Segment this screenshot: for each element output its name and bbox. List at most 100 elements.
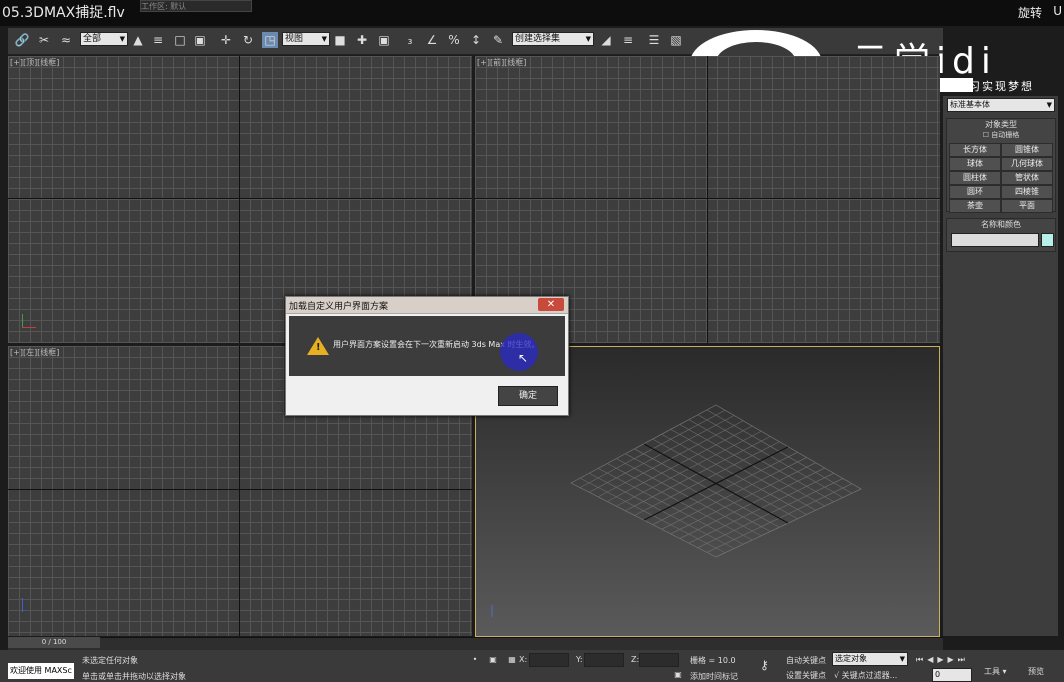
name-color-rollout: 名称和颜色 [946, 218, 1056, 252]
y-coord-label: Y: [576, 655, 583, 664]
torus-button[interactable]: 圆环 [949, 185, 1001, 199]
layer-manager-icon[interactable]: ☰ [646, 32, 662, 48]
select-object-icon[interactable]: ▲ [130, 32, 146, 48]
selection-filter-dropdown[interactable]: 全部 ▼ [80, 32, 128, 46]
reference-coord-dropdown[interactable]: 视图 ▼ [282, 32, 330, 46]
key-filter-dropdown[interactable]: 选定对象 ▼ [832, 652, 908, 666]
viewport-label[interactable]: [+][顶][线框] [10, 57, 59, 68]
warning-mark: ! [316, 342, 321, 353]
tools-button[interactable]: 工具 ▾ [984, 666, 1007, 677]
sphere-button[interactable]: 球体 [949, 157, 1001, 171]
geosphere-button[interactable]: 几何球体 [1001, 157, 1053, 171]
bind-space-warp-icon[interactable]: ≈ [58, 32, 74, 48]
percent-snap-icon[interactable]: % [446, 32, 462, 48]
select-link-icon[interactable]: 🔗 [14, 32, 30, 48]
align-icon[interactable]: ≡ [620, 32, 636, 48]
object-type-title[interactable]: 对象类型 [947, 119, 1055, 130]
snaps-toggle-icon[interactable]: ₃ [402, 32, 418, 48]
autogrid-checkbox[interactable]: ☐ 自动栅格 [947, 130, 1055, 141]
chevron-down-icon: ▼ [119, 35, 125, 43]
z-coord-input[interactable] [639, 653, 679, 667]
scale-icon[interactable]: ◳ [262, 32, 278, 48]
selection-filter-value: 全部 [83, 34, 102, 44]
prompt-line: 单击或单击并拖动以选择对象 [82, 672, 186, 681]
tools-label: 工具 [984, 667, 1000, 676]
auto-key-button[interactable]: 自动关键点 [786, 655, 826, 666]
x-coord-label: X: [519, 655, 528, 664]
key-filters-label: 关键点过滤器... [841, 671, 898, 680]
u-label: U [1053, 4, 1062, 18]
edit-named-sets-icon[interactable]: ✎ [490, 32, 506, 48]
add-time-tag[interactable]: 添加时间标记 [690, 671, 738, 682]
dialog-title: 加载自定义用户界面方案 [289, 302, 389, 312]
lock-icon[interactable]: ▣ [488, 655, 498, 665]
curve-editor-icon[interactable]: ▧ [668, 32, 684, 48]
mouse-pointer-icon: ↖ [518, 351, 529, 365]
primitive-category-dropdown[interactable]: 标准基本体 ▼ [947, 98, 1055, 112]
key-filter-value: 选定对象 [835, 654, 867, 663]
grid-axis-horizontal [8, 198, 472, 199]
cone-button[interactable]: 圆锥体 [1001, 143, 1053, 157]
playback-controls[interactable]: ⏮◀▶▶⏭ [916, 655, 969, 665]
spinner-snap-icon[interactable]: ↕ [468, 32, 484, 48]
keyboard-shortcut-icon[interactable]: ▣ [376, 32, 392, 48]
unlink-icon[interactable]: ✂ [36, 32, 52, 48]
selection-status: 未选定任何对象 [82, 656, 138, 665]
absolute-mode-icon[interactable]: ▦ [507, 655, 517, 665]
mirror-icon[interactable]: ◢ [598, 32, 614, 48]
maxscript-listener[interactable]: 欢迎使用 MAXSc [8, 663, 74, 679]
time-slider-track[interactable] [8, 637, 943, 650]
preview-button[interactable]: 预览 [1028, 666, 1044, 677]
workspace-dropdown[interactable]: 工作区: 默认 [140, 0, 252, 12]
video-title: 05.3DMAX捕捉.flv [2, 5, 125, 21]
rect-selection-icon[interactable]: □ [172, 32, 188, 48]
move-icon[interactable]: ✛ [218, 32, 234, 48]
grid-axis-vertical [239, 56, 240, 343]
ok-button[interactable]: 确定 [498, 386, 558, 406]
tube-button[interactable]: 管状体 [1001, 171, 1053, 185]
object-color-swatch[interactable] [1041, 233, 1054, 247]
grid-axis-vertical [707, 56, 708, 343]
grid-axis-vertical [239, 346, 240, 636]
angle-snap-icon[interactable]: ∠ [424, 32, 440, 48]
chevron-down-icon: ▼ [1046, 101, 1052, 109]
reference-coord-value: 视图 [285, 34, 304, 44]
cloud-study-slogan: 学习实现梦想 [956, 80, 1034, 93]
teapot-button[interactable]: 茶壶 [949, 199, 1001, 213]
object-name-input[interactable] [951, 233, 1039, 247]
z-coord-label: Z: [631, 655, 640, 664]
set-key-button[interactable]: 设置关键点 [786, 670, 826, 681]
pyramid-button[interactable]: 四棱锥 [1001, 185, 1053, 199]
pivot-center-icon[interactable]: ■ [332, 32, 348, 48]
viewport-label[interactable]: [+][前][线框] [477, 57, 526, 68]
x-coord-input[interactable] [529, 653, 569, 667]
select-manipulate-icon[interactable]: ✚ [354, 32, 370, 48]
set-key-icon[interactable]: ⚷ [760, 658, 769, 672]
chevron-down-icon: ▼ [585, 35, 591, 43]
y-coord-input[interactable] [584, 653, 624, 667]
chevron-down-icon: ▼ [321, 35, 327, 43]
autogrid-label: 自动栅格 [991, 131, 1020, 139]
cylinder-button[interactable]: 圆柱体 [949, 171, 1001, 185]
close-icon[interactable]: ✕ [538, 298, 564, 311]
rotate-label[interactable]: 旋转 [1018, 4, 1042, 21]
rotate-icon[interactable]: ↻ [240, 32, 256, 48]
current-frame-input[interactable]: 0 [932, 668, 972, 682]
select-by-name-icon[interactable]: ≡ [150, 32, 166, 48]
name-color-title[interactable]: 名称和颜色 [947, 219, 1055, 230]
named-selection-dropdown[interactable]: 创建选择集 ▼ [512, 32, 594, 46]
grid-axis-horizontal [8, 489, 472, 490]
window-crossing-icon[interactable]: ▣ [192, 32, 208, 48]
isolate-icon[interactable]: • [470, 655, 480, 665]
time-slider[interactable]: 0 / 100 [8, 637, 100, 648]
time-tag-icon[interactable]: ▣ [672, 670, 684, 680]
chevron-down-icon: ▼ [899, 655, 905, 663]
viewport-label[interactable]: [+][左][线框] [10, 347, 59, 358]
axis-gizmo-z [22, 598, 23, 612]
key-filters-button[interactable]: √ 关键点过滤器... [834, 670, 897, 681]
named-selection-value: 创建选择集 [515, 34, 561, 44]
plane-button[interactable]: 平面 [1001, 199, 1053, 213]
command-panel: 标准基本体 ▼ 对象类型 ☐ 自动栅格 长方体 圆锥体 球体 几何球体 圆柱体 管… [943, 96, 1058, 636]
box-button[interactable]: 长方体 [949, 143, 1001, 157]
axis-gizmo-y [22, 314, 23, 328]
